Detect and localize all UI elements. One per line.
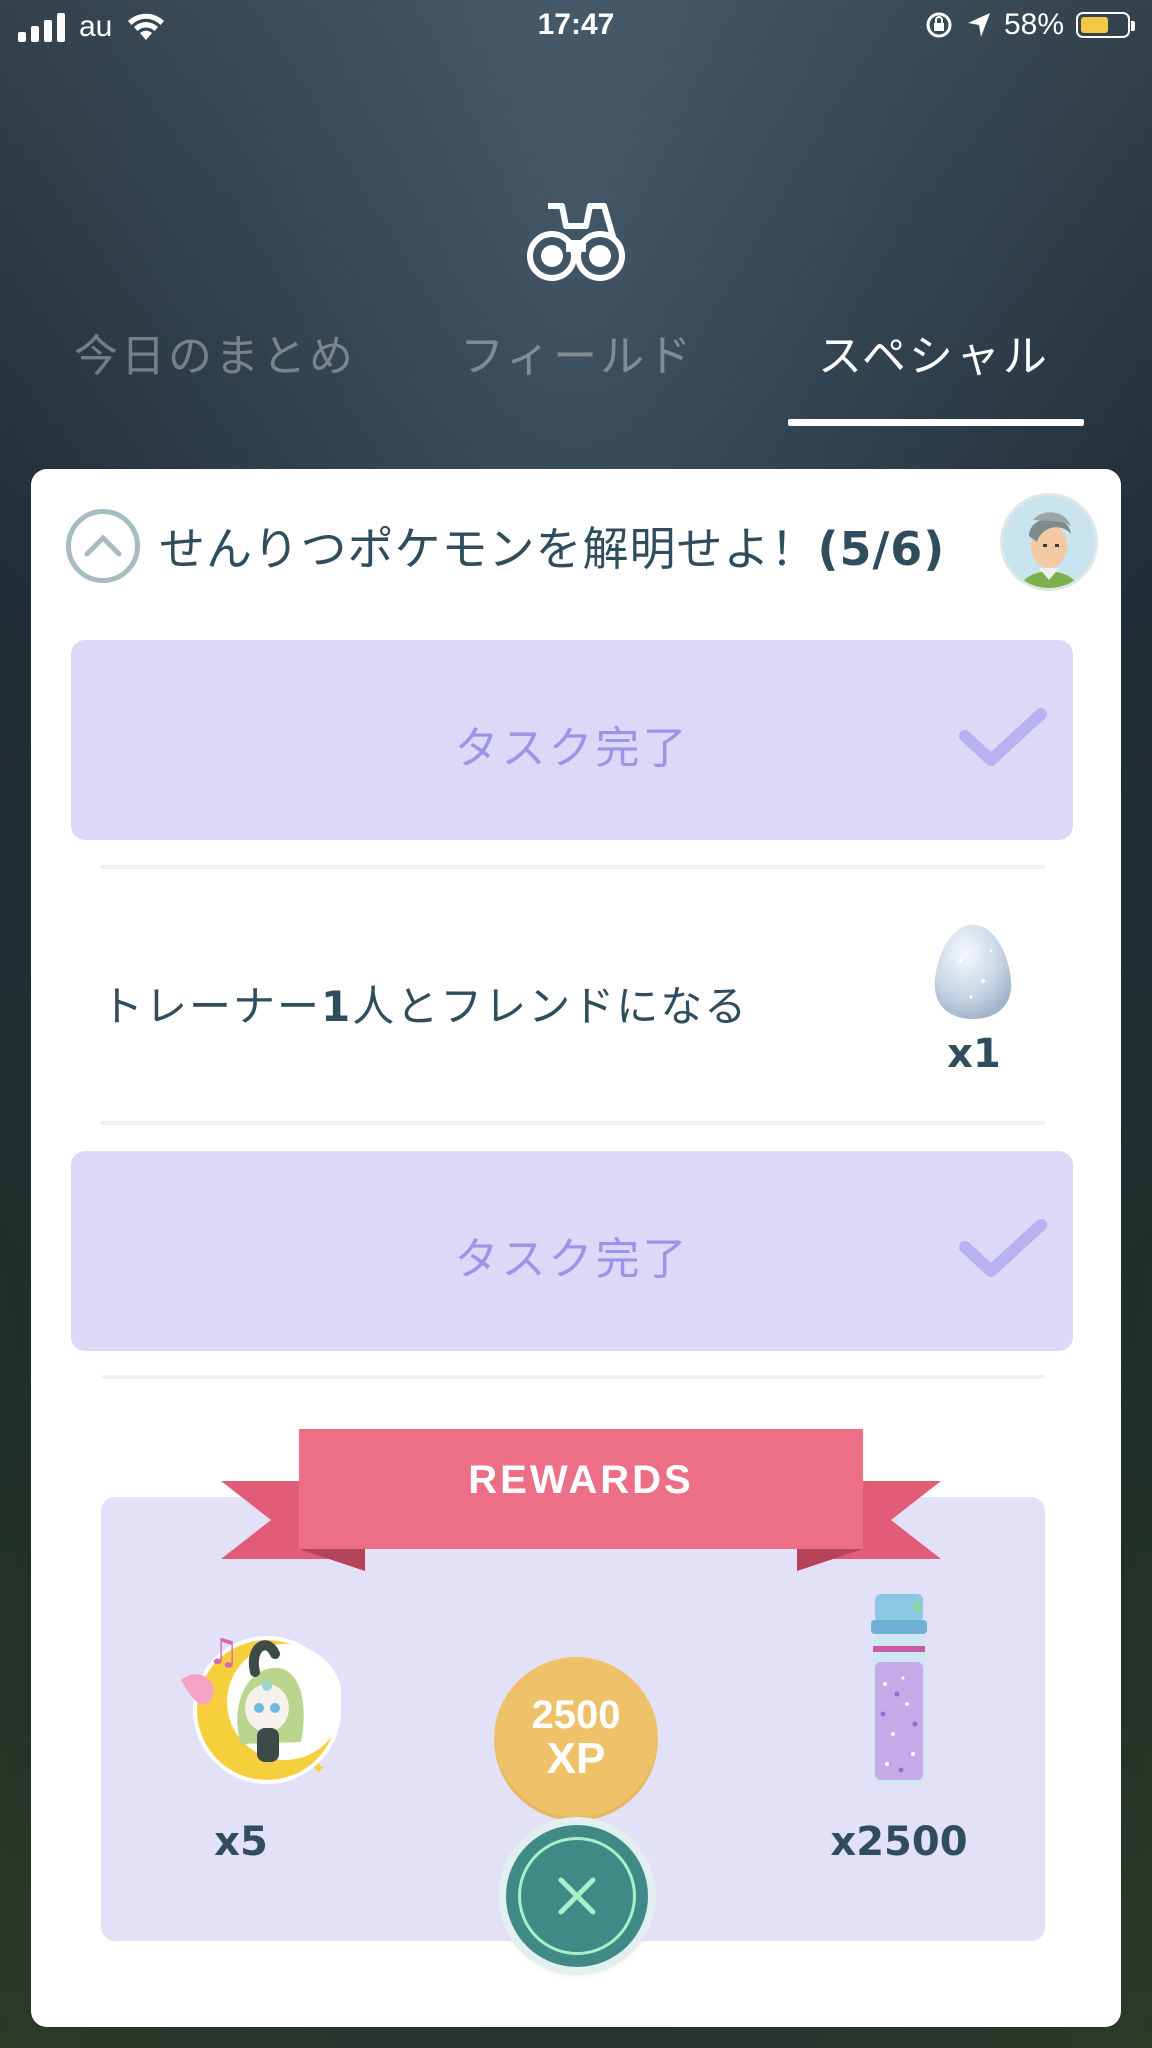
- sticker-reward-count: x5: [214, 1819, 268, 1865]
- task-complete-3[interactable]: タスク完了: [71, 1151, 1073, 1351]
- battery-percent: 58%: [1003, 8, 1064, 41]
- svg-text:✦: ✦: [311, 1758, 326, 1779]
- card-header: せんりつポケモンを解明せよ！(5/6): [31, 469, 1121, 619]
- xp-coin-icon: 2500 XP: [494, 1657, 658, 1821]
- egg-icon: [934, 925, 1012, 1019]
- xp-amount: 2500: [531, 1693, 621, 1737]
- egg-reward-count: x1: [947, 1031, 1001, 1077]
- special-research-card: せんりつポケモンを解明せよ！(5/6) タスク完了 トレーナー1人とフレンドにな…: [31, 469, 1121, 2027]
- status-bar: au 17:47 58%: [0, 0, 1152, 56]
- active-tab-indicator: [788, 419, 1084, 426]
- rotation-lock-icon: [926, 12, 952, 38]
- tab-today[interactable]: 今日のまとめ: [74, 320, 356, 384]
- task-complete-1[interactable]: タスク完了: [71, 640, 1073, 840]
- research-progress: (5/6): [817, 522, 946, 576]
- task-description: トレーナー1人とフレンドになる: [101, 982, 749, 1031]
- research-tabs: 今日のまとめ フィールド スペシャル: [0, 320, 1152, 430]
- rewards-title: REWARDS: [468, 1458, 694, 1502]
- svg-text:♫: ♫: [207, 1632, 239, 1673]
- xp-unit: XP: [546, 1734, 606, 1783]
- research-title-text: せんりつポケモンを解明せよ！: [159, 522, 818, 576]
- tab-field[interactable]: フィールド: [460, 320, 694, 384]
- close-icon: [558, 1877, 596, 1915]
- meloetta-sticker-icon: ♫ ✦ ✦: [181, 1632, 341, 1784]
- checkmark-icon: [959, 708, 1047, 766]
- task-complete-label: タスク完了: [454, 1234, 690, 1285]
- task-complete-label: タスク完了: [454, 723, 690, 774]
- location-arrow-icon: [967, 13, 990, 37]
- collapse-button[interactable]: [66, 509, 140, 583]
- divider: [101, 1121, 1045, 1125]
- chevron-up-icon: [84, 534, 122, 557]
- svg-text:✦: ✦: [217, 1741, 230, 1760]
- checkmark-icon: [959, 1219, 1047, 1277]
- stardust-icon: [871, 1594, 927, 1784]
- divider: [101, 1375, 1045, 1379]
- stardust-reward-count: x2500: [830, 1819, 968, 1865]
- battery-icon: [1076, 12, 1135, 38]
- tab-special[interactable]: スペシャル: [818, 320, 1050, 384]
- close-button[interactable]: [506, 1825, 648, 1967]
- research-title: せんりつポケモンを解明せよ！(5/6): [159, 513, 945, 579]
- task-row: トレーナー1人とフレンドになる x1: [31, 865, 1121, 1135]
- professor-avatar: [1000, 493, 1098, 591]
- binoculars-icon: [527, 203, 625, 281]
